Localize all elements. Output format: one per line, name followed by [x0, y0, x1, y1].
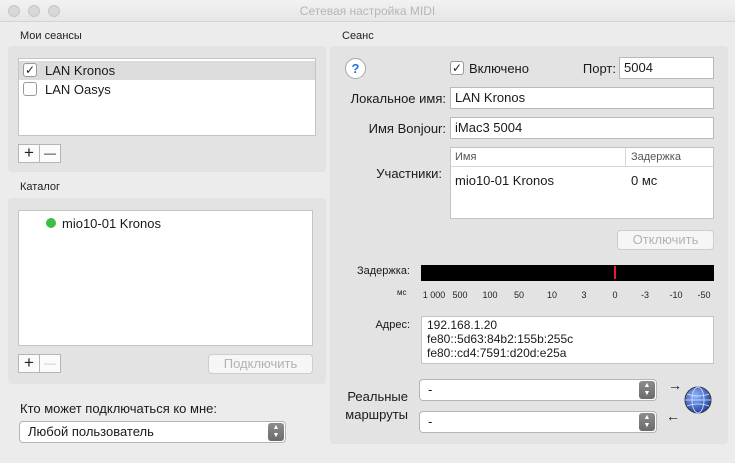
session-name: LAN Oasys [45, 82, 111, 97]
participants-header: Имя Задержка [451, 148, 713, 167]
list-item[interactable]: ✓ LAN Kronos [19, 61, 315, 80]
directory-label: Каталог [20, 181, 60, 193]
route-in-value: - [428, 382, 433, 397]
address-line: 192.168.1.20 [427, 318, 498, 332]
latency-label: Задержка: [356, 265, 410, 277]
who-can-connect-value: Любой пользователь [28, 424, 154, 439]
participants-table[interactable]: Имя Задержка mio10-01 Kronos 0 мс [450, 147, 714, 219]
local-name-label: Локальное имя: [350, 91, 446, 106]
list-item[interactable]: LAN Oasys [19, 80, 315, 99]
session-enabled-checkbox[interactable] [23, 82, 37, 96]
updown-arrows-icon: ▲ ▼ [639, 413, 655, 431]
port-label: Порт: [582, 61, 616, 76]
latency-tick: 10 [546, 290, 557, 300]
address-label: Адрес: [375, 319, 410, 331]
route-out-value: - [428, 414, 433, 429]
list-item[interactable]: mio10-01 Kronos [19, 215, 312, 234]
address-line: fe80::cd4:7591:d20d:e25a [427, 346, 567, 360]
latency-tick: 50 [513, 290, 524, 300]
local-name-field[interactable]: LAN Kronos [450, 87, 714, 109]
online-status-icon [46, 218, 56, 228]
directory-panel: mio10-01 Kronos + — Подключить [8, 198, 326, 384]
participant-latency: 0 мс [631, 173, 658, 188]
participant-name: mio10-01 Kronos [455, 173, 554, 188]
participants-label: Участники: [376, 166, 442, 181]
session-enabled-checkbox[interactable]: ✓ [23, 63, 37, 77]
latency-meter [421, 265, 714, 281]
routes-label-1: Реальные [347, 389, 408, 404]
who-can-connect-label: Кто может подключаться ко мне: [20, 401, 217, 416]
disconnect-button[interactable]: Отключить [617, 230, 714, 250]
table-row[interactable]: mio10-01 Kronos 0 мс [451, 172, 713, 191]
add-directory-button[interactable]: + [18, 354, 40, 373]
help-button[interactable]: ? [345, 58, 366, 79]
latency-marker [614, 266, 616, 279]
arrow-right-icon: → [668, 377, 682, 393]
window-title: Сетевая настройка MIDI [299, 4, 436, 18]
address-box: 192.168.1.20 fe80::5d63:84b2:155b:255c f… [421, 316, 714, 364]
column-header-name[interactable]: Имя [455, 151, 476, 163]
connect-button[interactable]: Подключить [208, 354, 313, 374]
my-sessions-panel: ✓ LAN Kronos LAN Oasys + — [8, 46, 326, 172]
session-panel: ? ✓ Включено Порт: 5004 Локальное имя: L… [330, 46, 728, 444]
my-sessions-label: Мои сеансы [20, 30, 82, 42]
arrow-left-icon: ← [666, 408, 680, 424]
latency-tick: -50 [697, 290, 711, 300]
who-can-connect-select[interactable]: Любой пользователь ▲ ▼ [19, 421, 286, 443]
remove-directory-button[interactable]: — [39, 354, 61, 373]
add-session-button[interactable]: + [18, 144, 40, 163]
remove-session-button[interactable]: — [39, 144, 61, 163]
routes-label-2: маршруты [345, 407, 408, 422]
enabled-label: Включено [469, 61, 529, 76]
enabled-checkbox[interactable]: ✓ [450, 61, 464, 75]
route-out-select[interactable]: - ▲ ▼ [419, 411, 657, 433]
my-sessions-list[interactable]: ✓ LAN Kronos LAN Oasys [18, 58, 316, 136]
updown-arrows-icon: ▲ ▼ [639, 381, 655, 399]
directory-item-name: mio10-01 Kronos [62, 216, 161, 231]
title-bar: Сетевая настройка MIDI [0, 0, 735, 22]
updown-arrows-icon: ▲ ▼ [268, 423, 284, 441]
session-name: LAN Kronos [45, 63, 116, 78]
session-label: Сеанс [342, 30, 374, 42]
bonjour-name-label: Имя Bonjour: [368, 121, 446, 136]
address-line: fe80::5d63:84b2:155b:255c [427, 332, 574, 346]
latency-unit: мс [397, 288, 407, 297]
port-field[interactable]: 5004 [619, 57, 714, 79]
route-in-select[interactable]: - ▲ ▼ [419, 379, 657, 401]
column-header-latency[interactable]: Задержка [631, 151, 681, 163]
directory-list[interactable]: mio10-01 Kronos [18, 210, 313, 346]
network-globe-icon [684, 386, 712, 414]
bonjour-name-field[interactable]: iMac3 5004 [450, 117, 714, 139]
